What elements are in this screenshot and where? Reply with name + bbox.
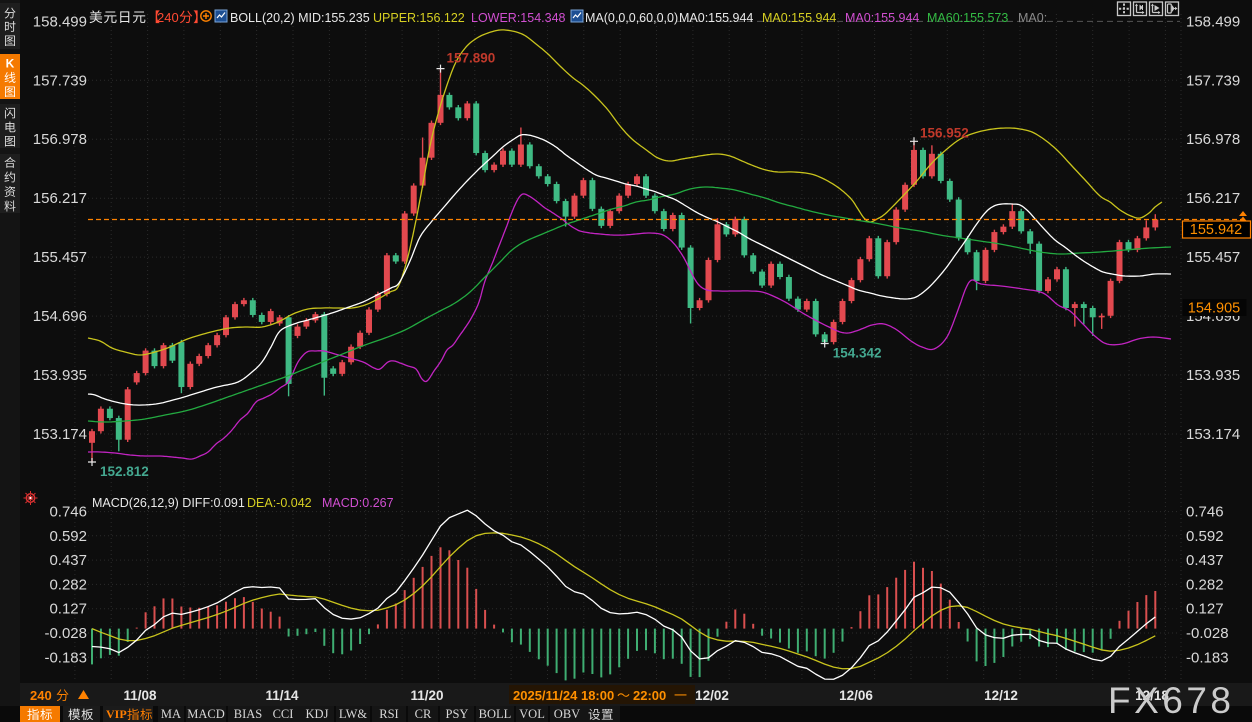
svg-text:158.499: 158.499 [33, 13, 87, 30]
svg-text:11/20: 11/20 [410, 688, 443, 703]
svg-text:156.978: 156.978 [1186, 131, 1240, 148]
svg-text:0.746: 0.746 [1186, 504, 1224, 521]
svg-text:CCI: CCI [273, 707, 294, 721]
svg-text:0.282: 0.282 [49, 576, 87, 593]
svg-text:0.127: 0.127 [49, 601, 87, 618]
svg-text:153.935: 153.935 [1186, 367, 1240, 384]
svg-text:MACD: MACD [187, 707, 225, 721]
svg-text:LOWER:154.348: LOWER:154.348 [471, 11, 566, 25]
svg-text:156.217: 156.217 [1186, 190, 1240, 207]
svg-text:240: 240 [157, 10, 179, 25]
svg-text:0.127: 0.127 [1186, 601, 1224, 618]
svg-text:0.592: 0.592 [1186, 528, 1224, 545]
svg-text:157.739: 157.739 [1186, 72, 1240, 89]
svg-text:240: 240 [30, 688, 52, 703]
svg-text:0.592: 0.592 [49, 528, 87, 545]
svg-text:156.978: 156.978 [33, 131, 87, 148]
svg-text:BOLL: BOLL [479, 707, 512, 721]
svg-text:MA0:155.944: MA0:155.944 [762, 11, 836, 25]
svg-text:RSI: RSI [379, 707, 398, 721]
svg-text:MACD:0.267: MACD:0.267 [322, 496, 394, 510]
svg-text:K: K [6, 57, 15, 71]
svg-text:11/08: 11/08 [123, 688, 157, 703]
svg-text:156.217: 156.217 [33, 190, 87, 207]
svg-text:12/06: 12/06 [839, 688, 873, 703]
svg-text:0.437: 0.437 [49, 552, 87, 569]
svg-text:158.499: 158.499 [1186, 13, 1240, 30]
svg-text:154.696: 154.696 [33, 308, 87, 325]
svg-text:155.457: 155.457 [33, 249, 87, 266]
svg-text:UPPER:156.122: UPPER:156.122 [373, 11, 465, 25]
svg-text:12/02: 12/02 [695, 688, 729, 703]
svg-text:VIP: VIP [106, 707, 127, 721]
svg-text:MA0:155.944: MA0:155.944 [679, 11, 753, 25]
svg-text:11/14: 11/14 [265, 688, 299, 703]
svg-text:156.952: 156.952 [920, 125, 969, 140]
svg-text:KDJ: KDJ [306, 707, 329, 721]
svg-text:154.905: 154.905 [1188, 301, 1240, 317]
svg-text:22:00: 22:00 [633, 688, 666, 703]
svg-text:0.282: 0.282 [1186, 576, 1224, 593]
svg-text:-0.028: -0.028 [1186, 625, 1229, 642]
svg-text:MA60:155.573: MA60:155.573 [927, 11, 1008, 25]
svg-text:PSY: PSY [446, 707, 469, 721]
svg-text:BIAS: BIAS [234, 707, 263, 721]
svg-text:-0.183: -0.183 [1186, 649, 1229, 666]
svg-text:153.174: 153.174 [1186, 426, 1240, 443]
svg-text:MA0:: MA0: [1018, 11, 1047, 25]
svg-text:MA0:155.944: MA0:155.944 [845, 11, 919, 25]
svg-text:2025/11/24 18:00: 2025/11/24 18:00 [513, 688, 614, 703]
svg-text:153.174: 153.174 [33, 426, 87, 443]
svg-text:OBV: OBV [554, 707, 580, 721]
svg-text:FX678: FX678 [1108, 680, 1235, 721]
svg-text:153.935: 153.935 [33, 367, 87, 384]
svg-text:12/12: 12/12 [984, 688, 1018, 703]
svg-text:CR: CR [415, 707, 432, 721]
svg-text:155.942: 155.942 [1190, 222, 1242, 238]
svg-text:BOLL(20,2) MID:155.235: BOLL(20,2) MID:155.235 [230, 11, 370, 25]
svg-text:MACD(26,12,9) DIFF:0.091: MACD(26,12,9) DIFF:0.091 [92, 496, 245, 510]
svg-text:LW&: LW& [339, 707, 368, 721]
svg-text:MA(0,0,0,60,0,0): MA(0,0,0,60,0,0) [585, 11, 678, 25]
svg-text:157.890: 157.890 [447, 51, 496, 66]
svg-text:154.342: 154.342 [833, 346, 882, 361]
svg-text:DEA:-0.042: DEA:-0.042 [247, 496, 312, 510]
svg-text:0.746: 0.746 [49, 504, 87, 521]
svg-text:152.812: 152.812 [100, 464, 149, 479]
svg-text:0.437: 0.437 [1186, 552, 1224, 569]
svg-text:157.739: 157.739 [33, 72, 87, 89]
svg-text:-0.183: -0.183 [44, 649, 87, 666]
svg-text:155.457: 155.457 [1186, 249, 1240, 266]
svg-text:-0.028: -0.028 [44, 625, 87, 642]
svg-text:MA: MA [161, 707, 181, 721]
svg-text:VOL: VOL [519, 707, 545, 721]
